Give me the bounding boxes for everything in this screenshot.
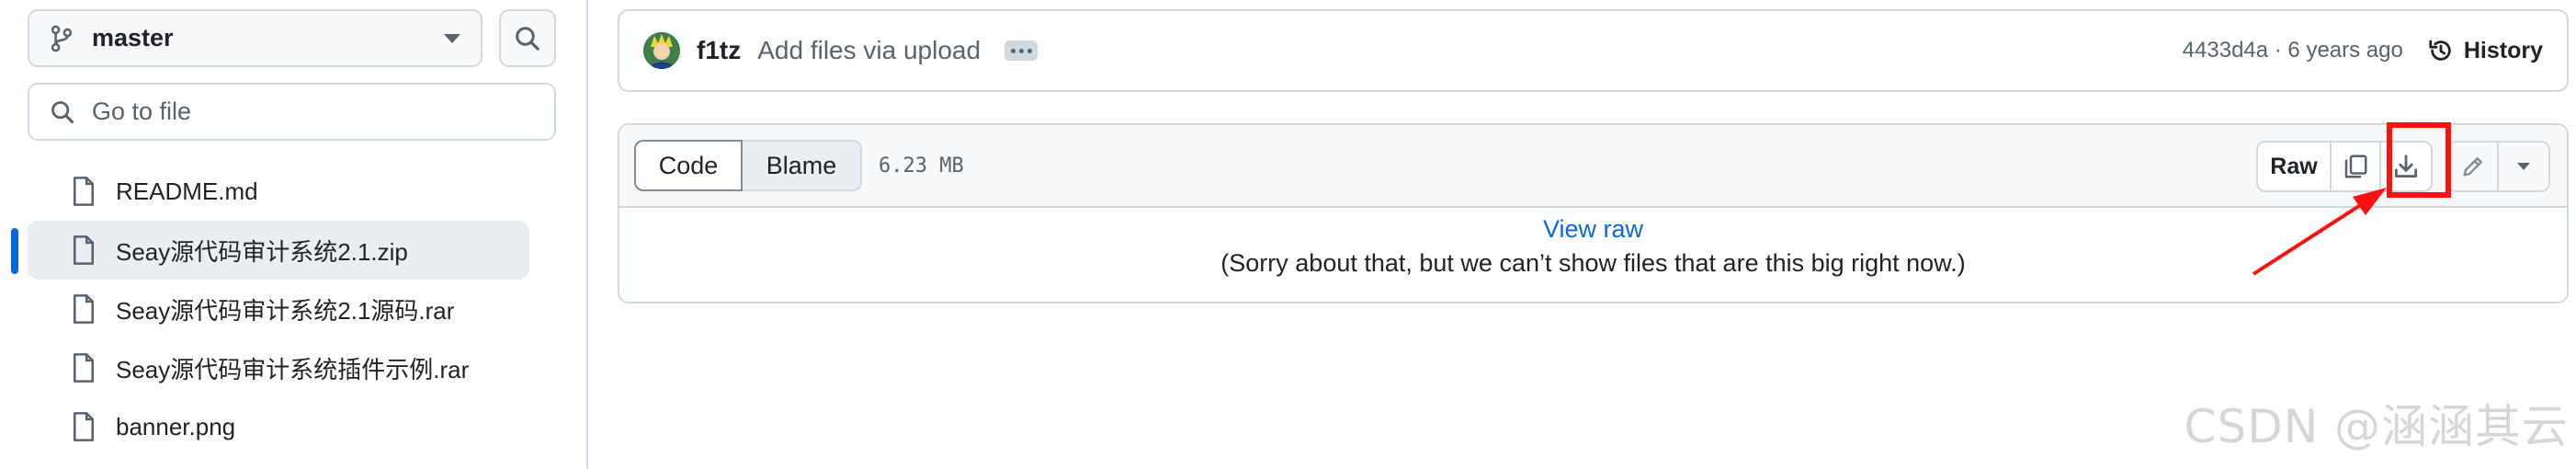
file-icon — [73, 353, 95, 383]
copy-raw-button[interactable] — [2332, 143, 2381, 190]
chevron-down-icon — [444, 33, 460, 43]
view-raw-link[interactable]: View raw — [1543, 215, 1643, 244]
history-button[interactable]: History — [2427, 37, 2543, 64]
pencil-icon — [2463, 157, 2482, 177]
edit-group — [2447, 141, 2550, 192]
file-item-seay-source-rar[interactable]: Seay源代码审计系统2.1源码.rar — [28, 280, 529, 338]
commit-message-link[interactable]: Add files via upload — [757, 36, 981, 65]
file-item-label: banner.png — [116, 412, 236, 440]
search-files-button[interactable] — [499, 9, 556, 67]
edit-file-button[interactable] — [2449, 143, 2499, 190]
file-icon — [73, 294, 95, 324]
file-size: 6.23 MB — [879, 154, 964, 177]
file-viewer: Code Blame 6.23 MB Raw View raw (Sorry a… — [618, 123, 2569, 303]
csdn-watermark: CSDN @涵涵其云 — [2184, 400, 2569, 453]
more-edit-options-button[interactable] — [2499, 143, 2548, 190]
file-item-label: README.md — [116, 177, 258, 205]
file-item-banner[interactable]: banner.png — [28, 397, 529, 456]
branch-selector-button[interactable]: master — [28, 9, 482, 67]
latest-commit-bar: f1tz Add files via upload 4433d4a · 6 ye… — [618, 9, 2569, 92]
commit-hash-and-age[interactable]: 4433d4a · 6 years ago — [2183, 38, 2403, 63]
file-icon — [73, 412, 95, 441]
copy-icon — [2344, 154, 2367, 178]
go-to-file-field[interactable] — [28, 83, 556, 141]
file-item-seay-zip[interactable]: Seay源代码审计系统2.1.zip — [28, 221, 529, 280]
file-item-label: Seay源代码审计系统插件示例.rar — [116, 355, 470, 383]
code-tab-button[interactable]: Code — [634, 140, 743, 191]
file-list: README.md Seay源代码审计系统2.1.zip Seay源代码审计系统… — [0, 162, 588, 456]
file-icon — [73, 235, 95, 265]
file-item-seay-plugin-rar[interactable]: Seay源代码审计系统插件示例.rar — [28, 338, 529, 397]
author-avatar[interactable] — [643, 32, 680, 69]
branch-name: master — [92, 24, 174, 51]
file-item-readme[interactable]: README.md — [28, 162, 529, 221]
file-icon — [73, 177, 95, 206]
file-tree-sidebar: master README.md — [0, 0, 588, 469]
search-icon — [516, 26, 539, 51]
raw-button[interactable]: Raw — [2258, 143, 2332, 190]
file-viewer-header: Code Blame 6.23 MB Raw — [619, 125, 2567, 208]
view-mode-toggle: Code Blame — [634, 140, 862, 191]
go-to-file-input[interactable] — [92, 97, 533, 126]
avatar-image — [643, 32, 680, 69]
file-too-big-message: (Sorry about that, but we can’t show fil… — [1220, 249, 1966, 277]
github-file-page: master README.md — [0, 0, 2576, 469]
commit-details-toggle[interactable] — [1004, 40, 1038, 61]
history-label: History — [2463, 37, 2543, 63]
search-icon — [51, 100, 74, 123]
blame-tab-button[interactable]: Blame — [743, 140, 862, 191]
annotation-highlight-box — [2387, 122, 2451, 198]
triangle-down-icon — [2517, 163, 2530, 170]
commit-author-link[interactable]: f1tz — [697, 36, 741, 65]
file-content-placeholder: View raw (Sorry about that, but we can’t… — [619, 208, 2567, 278]
history-icon — [2429, 40, 2451, 61]
ellipsis-icon — [1010, 48, 1016, 53]
git-branch-icon — [51, 25, 73, 51]
file-item-label: Seay源代码审计系统2.1源码.rar — [116, 296, 455, 325]
file-item-label: Seay源代码审计系统2.1.zip — [116, 237, 408, 266]
